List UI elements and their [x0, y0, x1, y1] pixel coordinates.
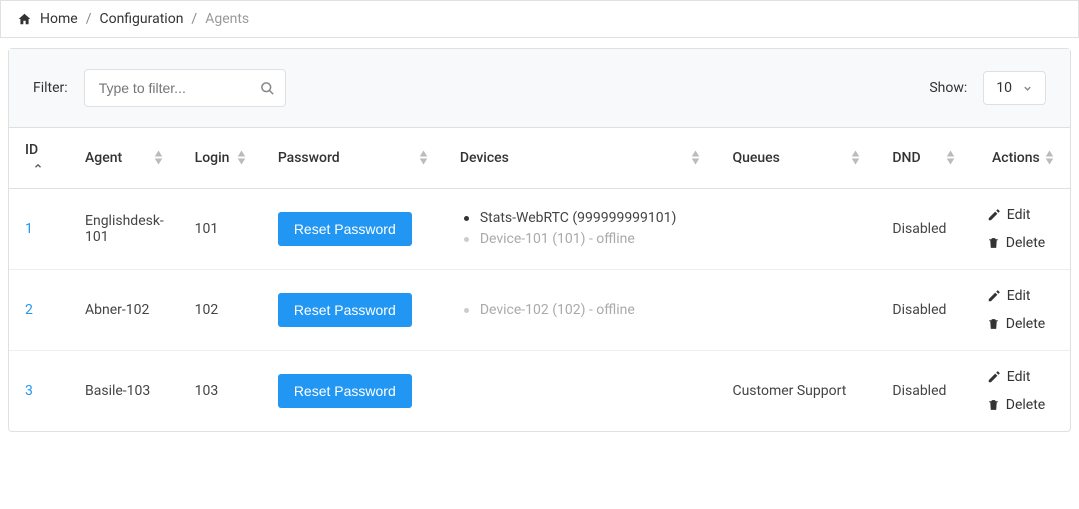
sort-icon	[851, 150, 860, 165]
device-item: Stats-WebRTC (999999999101)	[464, 208, 701, 229]
actions-cell: Edit Delete	[987, 288, 1054, 332]
col-id[interactable]: ID	[9, 128, 69, 189]
breadcrumb: Home / Configuration / Agents	[0, 0, 1079, 38]
login-cell: 103	[179, 351, 262, 432]
edit-icon	[987, 369, 1001, 385]
breadcrumb-configuration[interactable]: Configuration	[99, 11, 183, 27]
table-row: 1 Englishdesk-101101 Reset Password Stats-W…	[9, 189, 1070, 270]
edit-action[interactable]: Edit	[987, 207, 1031, 223]
dnd-cell: Disabled	[876, 270, 970, 351]
reset-password-button[interactable]: Reset Password	[278, 293, 412, 327]
dnd-cell: Disabled	[876, 351, 970, 432]
queues-cell: Customer Support	[716, 351, 876, 432]
id-link[interactable]: 3	[25, 383, 33, 399]
id-link[interactable]: 1	[25, 221, 33, 237]
devices-cell: Device-102 (102) - offline	[444, 270, 717, 351]
breadcrumb-separator: /	[191, 11, 197, 27]
filter-input-wrap	[84, 69, 286, 107]
breadcrumb-separator: /	[86, 11, 92, 27]
trash-icon	[987, 316, 1000, 332]
table-body: 1 Englishdesk-101101 Reset Password Stats-W…	[9, 189, 1070, 432]
device-item: Device-102 (102) - offline	[464, 300, 701, 321]
agent-cell: Basile-103	[69, 351, 179, 432]
col-queues[interactable]: Queues	[716, 128, 876, 189]
device-item: Device-101 (101) - offline	[464, 229, 701, 250]
id-link[interactable]: 2	[25, 302, 33, 318]
table-row: 3 Basile-103103 Reset Password Customer Sup…	[9, 351, 1070, 432]
delete-action[interactable]: Delete	[987, 397, 1045, 413]
sort-icon	[946, 150, 955, 165]
agent-cell: Englishdesk-101	[69, 189, 179, 270]
device-list: Stats-WebRTC (999999999101)Device-101 (1…	[460, 208, 701, 250]
queues-cell	[716, 270, 876, 351]
actions-cell: Edit Delete	[987, 369, 1054, 413]
agents-panel: Filter: Show: 10 ID	[8, 48, 1071, 432]
show-label: Show:	[929, 80, 967, 96]
delete-action[interactable]: Delete	[987, 316, 1045, 332]
sort-icon	[419, 150, 428, 165]
delete-action[interactable]: Delete	[987, 235, 1045, 251]
breadcrumb-home[interactable]: Home	[40, 11, 78, 27]
edit-action[interactable]: Edit	[987, 288, 1031, 304]
dnd-cell: Disabled	[876, 189, 970, 270]
sort-icon	[1045, 150, 1054, 165]
breadcrumb-current: Agents	[205, 11, 249, 27]
sort-icon	[691, 150, 700, 165]
reset-password-button[interactable]: Reset Password	[278, 374, 412, 408]
login-cell: 101	[179, 189, 262, 270]
col-dnd[interactable]: DND	[876, 128, 970, 189]
show-select[interactable]: 10	[983, 71, 1046, 105]
col-password[interactable]: Password	[262, 128, 444, 189]
filter-bar: Filter: Show: 10	[9, 49, 1070, 128]
edit-icon	[987, 288, 1001, 304]
device-list: Device-102 (102) - offline	[460, 300, 701, 321]
reset-password-button[interactable]: Reset Password	[278, 212, 412, 246]
table-header: ID Agent Login	[9, 128, 1070, 189]
sort-icon	[237, 150, 246, 165]
login-cell: 102	[179, 270, 262, 351]
trash-icon	[987, 397, 1000, 413]
agents-table: ID Agent Login	[9, 128, 1070, 431]
edit-icon	[987, 207, 1001, 223]
col-login[interactable]: Login	[179, 128, 262, 189]
queues-cell	[716, 189, 876, 270]
filter-controls: Filter:	[33, 69, 286, 107]
show-value: 10	[996, 80, 1012, 96]
col-devices[interactable]: Devices	[444, 128, 717, 189]
col-agent[interactable]: Agent	[69, 128, 179, 189]
chevron-down-icon	[1022, 80, 1033, 96]
sort-asc-icon	[33, 158, 43, 174]
actions-cell: Edit Delete	[987, 207, 1054, 251]
col-actions[interactable]: Actions	[971, 128, 1070, 189]
agent-cell: Abner-102	[69, 270, 179, 351]
devices-cell: Stats-WebRTC (999999999101)Device-101 (1…	[444, 189, 717, 270]
trash-icon	[987, 235, 1000, 251]
table-row: 2 Abner-102102 Reset Password Device-102 (1…	[9, 270, 1070, 351]
devices-cell	[444, 351, 717, 432]
filter-label: Filter:	[33, 80, 68, 96]
show-controls: Show: 10	[929, 71, 1046, 105]
filter-input[interactable]	[85, 70, 285, 106]
edit-action[interactable]: Edit	[987, 369, 1031, 385]
home-icon	[17, 12, 32, 26]
sort-icon	[154, 150, 163, 165]
